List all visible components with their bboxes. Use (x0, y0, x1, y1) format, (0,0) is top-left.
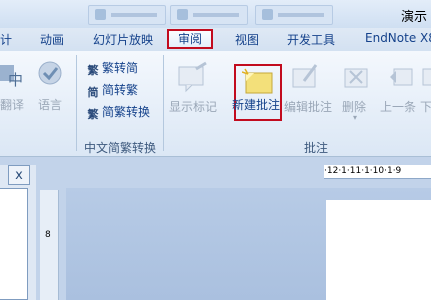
ribbon: 中 翻译 语言 繁繁转简 简简转繁 繁简繁转换 中文简繁转换 显示标记 新建批注… (0, 51, 431, 157)
traditional-to-simplified-button[interactable]: 繁繁转简 (86, 59, 139, 78)
window-thumbnail-tab[interactable] (170, 5, 248, 25)
slide-thumbnail[interactable] (0, 188, 28, 300)
chevron-down-icon[interactable]: ▾ (353, 113, 357, 122)
tab-view[interactable]: 视图 (235, 31, 259, 48)
slide-canvas[interactable] (326, 200, 431, 300)
group-label-chinese-conversion: 中文简繁转换 (84, 141, 157, 155)
horizontal-ruler: ·12·1·11·1·10·1·9 (324, 165, 431, 179)
vertical-ruler: 8 (40, 190, 59, 300)
close-pane-button[interactable]: x (8, 165, 30, 185)
next-comment-icon[interactable] (420, 61, 431, 93)
tab-endnote[interactable]: EndNote X8 (365, 31, 431, 45)
delete-comment-icon[interactable] (342, 61, 372, 93)
simplified-to-traditional-icon: 简 (87, 86, 99, 99)
edit-comment-icon[interactable] (290, 61, 320, 93)
group-separator (76, 55, 77, 151)
new-comment-button[interactable]: 新建批注 (232, 64, 282, 121)
new-comment-label: 新建批注 (232, 98, 281, 112)
group-label-comments: 批注 (304, 141, 329, 155)
traditional-to-simplified-icon: 繁 (87, 64, 99, 77)
language-icon[interactable] (36, 59, 66, 93)
show-markup-button[interactable]: 显示标记 (169, 98, 217, 115)
window-thumbnail-tab[interactable] (255, 5, 333, 25)
show-markup-icon[interactable] (176, 61, 210, 93)
svg-text:中: 中 (8, 71, 23, 89)
simplified-to-traditional-button[interactable]: 简简转繁 (86, 81, 139, 100)
tab-developer[interactable]: 开发工具 (287, 31, 335, 48)
translate-button[interactable]: 翻译 (0, 96, 24, 113)
tab-review[interactable]: 审阅 (167, 29, 213, 49)
translate-icon[interactable]: 中 (0, 59, 24, 93)
tab-animations[interactable]: 动画 (40, 31, 64, 48)
group-separator (163, 55, 164, 151)
previous-comment-icon[interactable] (388, 61, 414, 93)
window-title: 演示 (400, 10, 427, 25)
ribbon-tabs: 计 动画 幻灯片放映 审阅 视图 开发工具 EndNote X8 (0, 28, 431, 51)
chinese-conversion-button[interactable]: 繁简繁转换 (86, 103, 151, 122)
title-bar: 演示 (0, 0, 431, 28)
tab-design[interactable]: 计 (0, 31, 12, 48)
chinese-conversion-icon: 繁 (87, 108, 99, 121)
tab-slide-show[interactable]: 幻灯片放映 (93, 31, 153, 48)
next-comment-button[interactable]: 下 (420, 98, 431, 115)
new-comment-icon (241, 68, 276, 96)
ruler-mark: 8 (45, 230, 51, 240)
language-button[interactable]: 语言 (38, 96, 62, 113)
window-thumbnail-tab[interactable] (88, 5, 166, 25)
previous-comment-button[interactable]: 上一条 (380, 98, 416, 115)
edit-comment-button[interactable]: 编辑批注 (284, 98, 332, 115)
